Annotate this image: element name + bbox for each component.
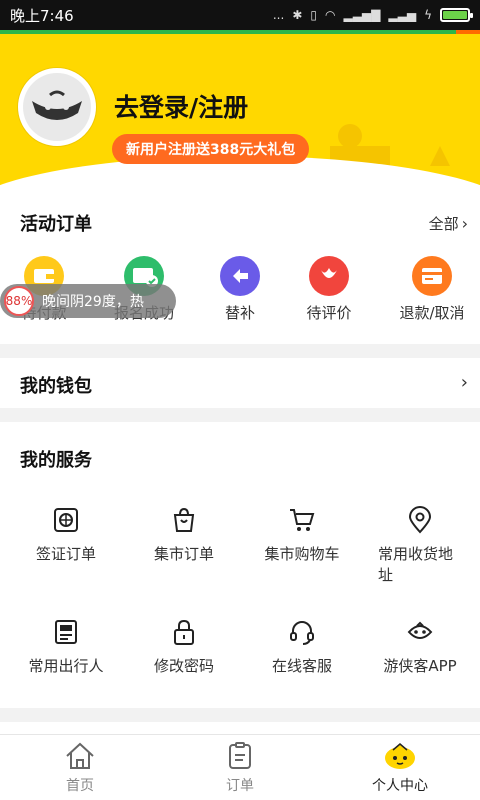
service-online-support[interactable]: 在线客服	[242, 618, 362, 677]
order-label: 替补	[224, 304, 255, 322]
service-change-password[interactable]: 修改密码	[124, 618, 244, 677]
status-time: 晚上7:46	[10, 6, 74, 25]
service-label: 修改密码	[153, 657, 214, 675]
bluetooth-icon: ✱	[292, 8, 303, 22]
service-market-cart[interactable]: 集市购物车	[242, 506, 362, 565]
service-label: 游侠客APP	[383, 657, 457, 675]
flower-icon	[309, 256, 349, 296]
location-pin-icon	[408, 506, 432, 534]
login-register-link[interactable]: 去登录/注册	[114, 88, 248, 124]
next-section-peek	[0, 722, 480, 734]
bottom-nav: 首页 订单 个人中心	[0, 734, 480, 800]
order-substitute[interactable]: 替补	[192, 256, 288, 323]
order-icon	[229, 741, 251, 769]
avatar[interactable]	[18, 68, 96, 146]
nav-label: 个人中心	[372, 777, 428, 794]
status-bar: 晚上7:46 ... ✱ ▯ ◠ ▂▃▅▇ ▂▃▅ ϟ	[0, 0, 480, 30]
all-orders-label: 全部	[428, 215, 459, 233]
vibrate-icon: ▯	[310, 8, 317, 22]
service-visa-orders[interactable]: 签证订单	[6, 506, 126, 565]
active-orders-panel: 活动订单 全部 › 待付款 报名成功 替补 待评价 退款/取消	[0, 186, 480, 344]
service-app[interactable]: 游侠客APP	[360, 618, 480, 677]
nav-label: 首页	[66, 777, 94, 794]
my-services-panel: 我的服务 签证订单 集市订单 集市购物车 常用收货地址 常用出行人 修改密码 在…	[0, 422, 480, 708]
signal-icon: ▂▃▅▇	[343, 8, 381, 22]
swap-icon	[220, 256, 260, 296]
order-label: 待评价	[306, 304, 352, 322]
more-dots-icon: ...	[272, 8, 285, 22]
service-travelers[interactable]: 常用出行人	[6, 618, 126, 677]
service-label: 常用出行人	[28, 657, 104, 675]
battery-percent-badge: 88%	[4, 286, 34, 316]
order-label: 退款/取消	[399, 304, 465, 322]
service-label: 签证订单	[35, 545, 96, 563]
cart-icon	[290, 509, 315, 531]
weather-toast[interactable]: 88% 晚间阴29度，热	[0, 284, 176, 318]
id-card-icon	[55, 620, 77, 644]
service-market-orders[interactable]: 集市订单	[124, 506, 244, 565]
service-label: 在线客服	[271, 657, 332, 675]
nav-home[interactable]: 首页	[0, 735, 160, 800]
new-user-promo-badge[interactable]: 新用户注册送388元大礼包	[112, 134, 310, 164]
profile-header: 去登录/注册 新用户注册送388元大礼包	[0, 34, 480, 186]
my-wallet-title: 我的钱包	[20, 376, 92, 397]
nav-label: 订单	[226, 777, 254, 794]
battery-icon	[440, 8, 473, 22]
profile-mascot-icon	[385, 742, 415, 769]
all-orders-link[interactable]: 全部 ›	[429, 213, 468, 234]
my-services-title: 我的服务	[20, 450, 92, 471]
default-avatar-icon	[23, 73, 91, 141]
my-wallet-row[interactable]: 我的钱包 ›	[0, 358, 480, 408]
service-label: 集市购物车	[264, 545, 340, 563]
nav-orders[interactable]: 订单	[160, 735, 320, 800]
headset-icon	[290, 621, 314, 645]
service-label: 集市订单	[153, 545, 214, 563]
refund-card-icon	[412, 256, 452, 296]
bag-icon	[173, 507, 195, 532]
status-icons: ... ✱ ▯ ◠ ▂▃▅▇ ▂▃▅ ϟ	[272, 8, 473, 22]
home-icon	[66, 742, 94, 769]
lock-icon	[174, 619, 194, 645]
chevron-right-icon: ›	[461, 214, 468, 233]
order-refund-cancel[interactable]: 退款/取消	[384, 256, 480, 323]
service-label: 常用收货地址	[378, 545, 454, 584]
order-to-review[interactable]: 待评价	[281, 256, 377, 323]
signal-2-icon: ▂▃▅	[388, 8, 417, 22]
mascot-icon	[407, 621, 433, 639]
visa-icon	[54, 508, 78, 532]
service-shipping-address[interactable]: 常用收货地址	[360, 506, 480, 586]
charging-icon: ϟ	[424, 8, 432, 22]
nav-profile[interactable]: 个人中心	[320, 735, 480, 800]
active-orders-title: 活动订单	[20, 214, 92, 235]
chevron-right-icon: ›	[460, 372, 468, 393]
wifi-icon: ◠	[324, 8, 336, 22]
weather-text: 晚间阴29度，热	[42, 294, 144, 310]
